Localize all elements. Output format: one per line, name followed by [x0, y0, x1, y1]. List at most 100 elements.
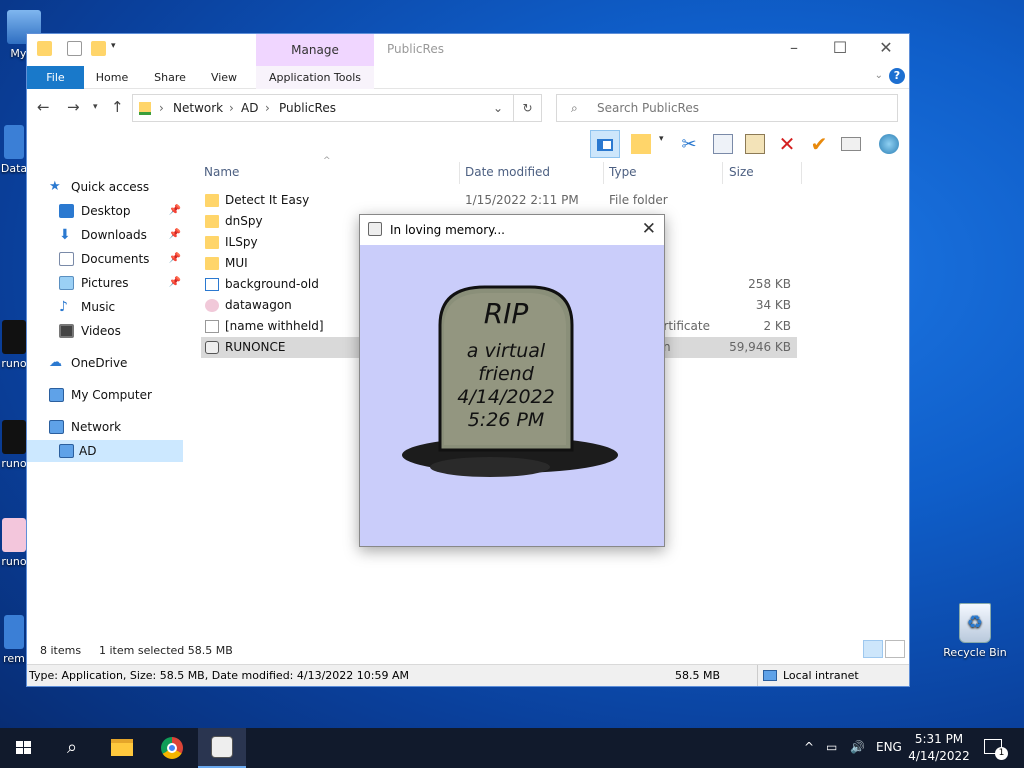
tab-view[interactable]: View	[204, 66, 244, 89]
item-count: 8 items	[40, 644, 82, 657]
tab-application-tools[interactable]: Application Tools	[256, 66, 374, 89]
cloud-icon: ☁	[49, 355, 62, 370]
tab-file[interactable]: File	[27, 66, 84, 89]
nav-videos[interactable]: Videos	[49, 320, 183, 342]
divider	[757, 665, 758, 686]
properties-card-icon[interactable]	[841, 137, 861, 151]
column-separator[interactable]	[603, 162, 604, 184]
search-button[interactable]: ⌕	[48, 728, 96, 768]
computer-icon	[59, 444, 74, 458]
app-icon	[2, 420, 26, 454]
network-globe-icon[interactable]	[879, 134, 899, 154]
desktop-icon-recycle-bin[interactable]: ♻ Recycle Bin	[940, 603, 1010, 659]
shortcut-icon	[4, 125, 24, 159]
sort-arrow-icon: ^	[323, 156, 331, 166]
tombstone-line: friend	[478, 363, 535, 385]
clock[interactable]: 5:31 PM 4/14/2022	[896, 731, 982, 765]
navigation-row: ← → ▾ ↑ › Network › AD › PublicRes ⌄ ↻ ⌕…	[27, 90, 909, 126]
address-bar[interactable]: › Network › AD › PublicRes ⌄	[132, 94, 514, 122]
dialog-close-button[interactable]: ✕	[642, 219, 656, 239]
runonce-app-icon	[211, 736, 233, 758]
folder-icon	[205, 194, 219, 207]
search-icon: ⌕	[571, 101, 578, 115]
move-to-icon[interactable]	[631, 134, 651, 154]
search-box[interactable]: ⌕ Search PublicRes	[556, 94, 898, 122]
music-note-icon: ♪	[59, 299, 68, 315]
videos-icon	[59, 324, 74, 338]
image-file-icon	[205, 278, 219, 291]
folder-icon	[205, 215, 219, 228]
runonce-app-icon	[205, 341, 219, 354]
nav-downloads[interactable]: ⬇ Downloads 📌	[49, 224, 183, 246]
details-view-button[interactable]	[863, 640, 883, 658]
column-separator[interactable]	[722, 162, 723, 184]
tab-share[interactable]: Share	[148, 66, 192, 89]
datawagon-file-icon	[205, 299, 219, 312]
memorial-dialog: In loving memory... ✕ RIP a virtual frie…	[359, 214, 665, 547]
forward-button[interactable]: →	[67, 98, 80, 116]
chevron-up-icon[interactable]: ^	[804, 740, 814, 754]
file-row[interactable]: Detect It Easy 1/15/2022 2:11 PM File fo…	[201, 190, 797, 211]
breadcrumb-sep: ›	[159, 101, 164, 115]
breadcrumb-publicres[interactable]: PublicRes	[279, 101, 336, 115]
column-separator[interactable]	[801, 162, 802, 184]
taskbar-file-explorer[interactable]	[98, 728, 146, 768]
taskbar: ⌕ ^ ▭ 🔊 ENG 5:31 PM 4/14/2022 1	[0, 728, 1024, 768]
action-center-icon[interactable]: 1	[984, 739, 1008, 760]
breadcrumb-network[interactable]: Network	[173, 101, 223, 115]
nav-pictures[interactable]: Pictures 📌	[49, 272, 183, 294]
chevron-down-icon[interactable]: ⌄	[493, 101, 503, 115]
back-button[interactable]: ←	[37, 98, 50, 116]
preview-pane-button[interactable]	[590, 130, 620, 158]
delete-icon[interactable]: ✕	[777, 134, 797, 154]
notification-badge: 1	[995, 747, 1008, 760]
column-date-modified[interactable]: Date modified	[465, 165, 550, 179]
pin-icon: 📌	[168, 277, 181, 288]
minimize-button[interactable]: –	[771, 34, 817, 64]
new-folder-icon[interactable]	[91, 41, 106, 56]
taskbar-runonce[interactable]	[198, 728, 246, 768]
column-size[interactable]: Size	[729, 165, 754, 179]
rename-checkmark-icon[interactable]: ✔	[809, 134, 829, 154]
maximize-button[interactable]: ☐	[817, 34, 863, 64]
cut-icon[interactable]: ✂	[679, 134, 699, 155]
volume-icon[interactable]: 🔊	[850, 740, 865, 754]
nav-quick-access[interactable]: ★ Quick access	[49, 176, 183, 198]
chrome-icon	[161, 737, 183, 759]
copy-icon[interactable]	[713, 134, 733, 154]
nav-desktop[interactable]: Desktop 📌	[49, 200, 183, 222]
nav-documents[interactable]: Documents 📌	[49, 248, 183, 270]
nav-ad[interactable]: AD	[27, 440, 183, 462]
chevron-down-icon[interactable]: ▾	[659, 134, 669, 154]
paste-icon[interactable]	[745, 134, 765, 154]
chevron-down-icon[interactable]: ▾	[111, 41, 121, 56]
help-icon[interactable]: ?	[889, 68, 905, 84]
window-title: PublicRes	[387, 42, 444, 56]
column-name[interactable]: Name	[204, 165, 239, 179]
breadcrumb-sep: ›	[229, 101, 234, 115]
nav-network[interactable]: Network	[49, 416, 183, 438]
breadcrumb-sep: ›	[265, 101, 270, 115]
chevron-down-icon[interactable]: ⌄	[875, 70, 883, 81]
properties-icon[interactable]	[67, 41, 82, 56]
close-button[interactable]: ✕	[863, 34, 909, 64]
network-tray-icon[interactable]: ▭	[826, 740, 837, 754]
app-icon	[368, 222, 382, 236]
tab-home[interactable]: Home	[89, 66, 135, 89]
start-button[interactable]	[0, 728, 48, 768]
grave-dirt-shadow	[430, 457, 550, 477]
refresh-button[interactable]: ↻	[514, 94, 542, 122]
nav-my-computer[interactable]: My Computer	[49, 384, 183, 406]
up-button[interactable]: ↑	[111, 98, 124, 116]
navigation-pane: ★ Quick access Desktop 📌 ⬇ Downloads 📌 D…	[27, 160, 183, 656]
breadcrumb-ad[interactable]: AD	[241, 101, 258, 115]
column-type[interactable]: Type	[609, 165, 637, 179]
taskbar-chrome[interactable]	[148, 728, 196, 768]
nav-onedrive[interactable]: ☁ OneDrive	[49, 352, 183, 374]
large-icons-view-button[interactable]	[885, 640, 905, 658]
recent-locations-button[interactable]: ▾	[93, 102, 98, 112]
clock-time: 5:31 PM	[914, 732, 964, 746]
column-separator[interactable]	[459, 162, 460, 184]
details-size: 58.5 MB	[675, 669, 721, 682]
nav-music[interactable]: ♪ Music	[49, 296, 183, 318]
